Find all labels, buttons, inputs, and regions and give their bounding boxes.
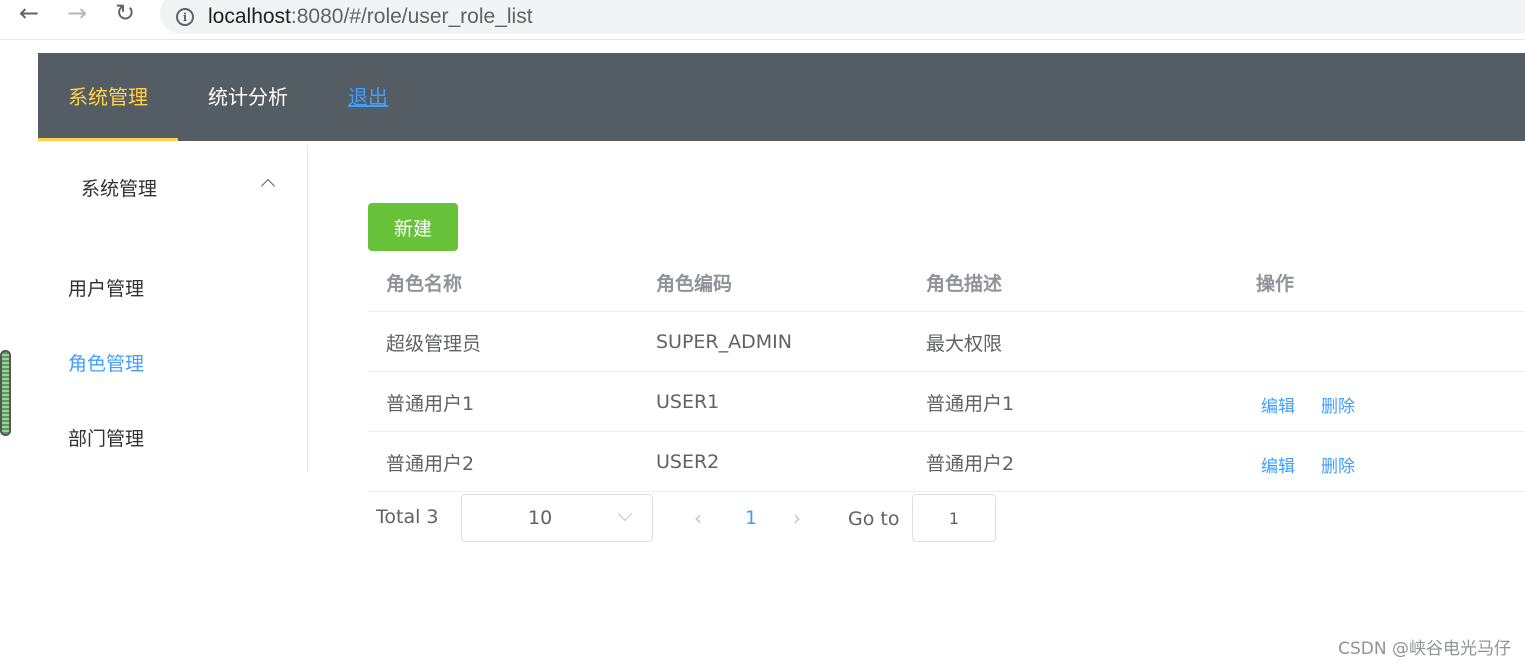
goto-page-input[interactable] bbox=[912, 494, 996, 542]
back-arrow-icon[interactable]: ← bbox=[14, 0, 44, 26]
edit-link[interactable]: 编辑 bbox=[1261, 392, 1295, 417]
goto-label: Go to bbox=[848, 508, 900, 530]
next-page-icon[interactable]: › bbox=[793, 506, 801, 530]
sidebar-submenu-system[interactable]: 系统管理 bbox=[38, 159, 307, 215]
pagination: Total 3 10 ‹ 1 › Go to bbox=[368, 492, 1068, 544]
delete-link[interactable]: 删除 bbox=[1321, 452, 1355, 477]
browser-toolbar: ← → ↻ i localhost:8080/#/role/user_role_… bbox=[0, 0, 1525, 40]
pagination-total: Total 3 bbox=[376, 506, 439, 528]
delete-link[interactable]: 删除 bbox=[1321, 392, 1355, 417]
cell-actions: 编辑 删除 bbox=[1261, 432, 1381, 492]
top-menu-statistics[interactable]: 统计分析 bbox=[178, 53, 318, 141]
top-menu-label: 系统管理 bbox=[68, 85, 148, 109]
address-bar[interactable]: i localhost:8080/#/role/user_role_list bbox=[160, 0, 1525, 34]
cell-role-desc: 最大权限 bbox=[926, 332, 1003, 355]
cell-role-code: USER1 bbox=[656, 391, 720, 413]
top-menu-label: 统计分析 bbox=[208, 85, 288, 109]
role-table: 角色名称 角色编码 角色描述 操作 超级管理员 SUPER_ADMIN 最大权限… bbox=[368, 252, 1525, 492]
table-header-row: 角色名称 角色编码 角色描述 操作 bbox=[368, 252, 1525, 312]
cell-role-code: USER2 bbox=[656, 451, 720, 473]
column-header-actions: 操作 bbox=[1256, 272, 1295, 295]
cell-role-desc: 普通用户1 bbox=[926, 392, 1015, 415]
cell-actions: 编辑 删除 bbox=[1261, 372, 1381, 432]
new-role-button[interactable]: 新建 bbox=[368, 203, 458, 251]
cell-role-name: 普通用户1 bbox=[386, 392, 475, 415]
column-header-role-desc: 角色描述 bbox=[926, 272, 1003, 295]
sidebar-item-label: 角色管理 bbox=[68, 352, 145, 375]
top-navigation: 系统管理 统计分析 退出 bbox=[38, 53, 1525, 141]
logout-link[interactable]: 退出 bbox=[348, 81, 388, 110]
column-header-role-name: 角色名称 bbox=[386, 272, 463, 295]
watermark: CSDN @峡谷电光马仔 bbox=[1338, 639, 1511, 659]
page-size-value: 10 bbox=[528, 507, 553, 529]
top-menu-system[interactable]: 系统管理 bbox=[38, 53, 178, 141]
page-size-select[interactable]: 10 bbox=[461, 494, 653, 542]
chevron-up-icon bbox=[260, 178, 276, 194]
cell-role-code: SUPER_ADMIN bbox=[656, 331, 792, 353]
cell-role-desc: 普通用户2 bbox=[926, 452, 1015, 475]
info-icon[interactable]: i bbox=[176, 8, 194, 26]
table-row: 普通用户2 USER2 普通用户2 编辑 删除 bbox=[368, 432, 1525, 492]
reload-icon[interactable]: ↻ bbox=[110, 0, 140, 26]
sidebar-item-departments[interactable]: 部门管理 bbox=[38, 409, 307, 465]
submenu-title-label: 系统管理 bbox=[81, 177, 158, 200]
edge-scrollbar[interactable] bbox=[0, 350, 11, 436]
chevron-down-icon bbox=[617, 506, 633, 522]
table-row: 普通用户1 USER1 普通用户1 编辑 删除 bbox=[368, 372, 1525, 432]
sidebar-item-users[interactable]: 用户管理 bbox=[38, 259, 307, 315]
url-text: localhost:8080/#/role/user_role_list bbox=[208, 5, 533, 28]
column-header-role-code: 角色编码 bbox=[656, 272, 733, 295]
sidebar: 系统管理 用户管理 角色管理 部门管理 bbox=[38, 145, 308, 472]
cell-role-name: 超级管理员 bbox=[386, 332, 482, 355]
page-number-current[interactable]: 1 bbox=[745, 507, 757, 529]
edit-link[interactable]: 编辑 bbox=[1261, 452, 1295, 477]
table-row: 超级管理员 SUPER_ADMIN 最大权限 bbox=[368, 312, 1525, 372]
sidebar-item-roles[interactable]: 角色管理 bbox=[38, 334, 307, 390]
sidebar-item-label: 用户管理 bbox=[68, 277, 145, 300]
prev-page-icon[interactable]: ‹ bbox=[694, 506, 702, 530]
cell-role-name: 普通用户2 bbox=[386, 452, 475, 475]
top-menu-logout[interactable]: 退出 bbox=[318, 53, 418, 141]
sidebar-item-label: 部门管理 bbox=[68, 427, 145, 450]
forward-arrow-icon[interactable]: → bbox=[62, 0, 92, 26]
